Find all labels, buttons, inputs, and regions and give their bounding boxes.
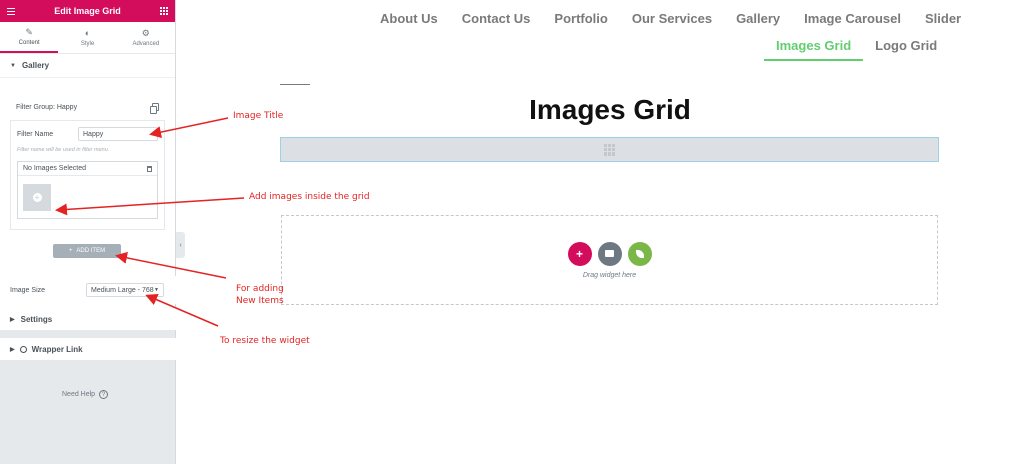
editor-panel: Edit Image Grid ✎ Content ◐ Style ⚙ Adva…	[0, 0, 176, 464]
nav-our-services[interactable]: Our Services	[620, 11, 724, 26]
nav-contact-us[interactable]: Contact Us	[450, 11, 543, 26]
settings-section-toggle[interactable]: ▶ Settings	[0, 308, 176, 330]
gear-icon: ⚙	[141, 27, 150, 38]
pencil-icon: ✎	[25, 26, 33, 37]
nav-image-carousel[interactable]: Image Carousel	[792, 11, 913, 26]
tab-content-label: Content	[18, 39, 40, 46]
need-help-link[interactable]: Need Help ?	[62, 390, 109, 399]
plus-icon: +	[68, 248, 73, 254]
filter-name-description: Filter name will be used in filter menu.	[17, 147, 110, 153]
widget-drop-area[interactable]: + Drag widget here	[281, 215, 938, 305]
tab-advanced[interactable]: ⚙ Advanced	[117, 22, 175, 53]
tab-advanced-label: Advanced	[132, 40, 160, 47]
page-title[interactable]: Images Grid	[280, 94, 940, 126]
filter-group-label: Filter Group: Happy	[16, 103, 78, 111]
tab-style[interactable]: ◐ Style	[58, 22, 116, 53]
filter-name-row: Filter Name Happy	[17, 127, 158, 141]
elementor-editor: Edit Image Grid ✎ Content ◐ Style ⚙ Adva…	[0, 0, 1024, 464]
duplicate-icon[interactable]	[150, 103, 159, 114]
annotation-resize: To resize the widget	[220, 336, 310, 346]
filter-name-input[interactable]: Happy	[78, 127, 158, 141]
gallery-section-toggle[interactable]: ▼ Gallery	[0, 54, 175, 78]
need-help-label: Need Help	[62, 391, 96, 398]
caret-down-icon: ▼	[10, 62, 16, 69]
media-header: No Images Selected	[18, 162, 157, 176]
hamburger-menu-icon[interactable]	[7, 7, 15, 15]
filter-name-label: Filter Name	[17, 130, 54, 138]
image-size-label: Image Size	[10, 286, 46, 294]
nav-about-us[interactable]: About Us	[368, 11, 450, 26]
nav-gallery[interactable]: Gallery	[724, 11, 792, 26]
caret-right-icon: ▶	[10, 316, 15, 323]
nav-logo-grid[interactable]: Logo Grid	[863, 38, 949, 61]
settings-section-label: Settings	[20, 314, 53, 324]
folder-icon	[605, 250, 614, 257]
filter-group-header[interactable]: Filter Group: Happy	[10, 98, 165, 116]
plus-circle-icon: +	[32, 193, 42, 202]
annotation-add-images: Add images inside the grid	[249, 192, 370, 202]
tab-style-label: Style	[80, 40, 95, 47]
wrapper-link-label: Wrapper Link	[31, 344, 83, 354]
add-item-button[interactable]: + ADD ITEM	[53, 244, 121, 258]
caret-right-icon: ▶	[10, 346, 15, 353]
widgets-grid-icon[interactable]	[160, 7, 168, 15]
trash-icon[interactable]	[147, 165, 152, 172]
gallery-media-control: No Images Selected +	[17, 161, 158, 219]
nav-menu-row2: Images Grid Logo Grid	[764, 38, 949, 61]
media-status: No Images Selected	[23, 165, 87, 172]
nav-menu-row1: About Us Contact Us Portfolio Our Servic…	[368, 11, 973, 26]
annotation-for-adding: For adding	[236, 284, 284, 294]
grid-icon	[603, 143, 616, 156]
drop-area-buttons: +	[567, 241, 652, 266]
template-library-button[interactable]	[597, 241, 622, 266]
happy-templates-button[interactable]	[627, 241, 652, 266]
divider	[280, 84, 310, 85]
image-size-value: Medium Large - 768	[91, 286, 154, 294]
panel-header: Edit Image Grid	[0, 0, 175, 22]
annotation-image-title: Image Title	[233, 111, 284, 121]
panel-title: Edit Image Grid	[54, 6, 121, 16]
add-section-button[interactable]: +	[567, 241, 592, 266]
leaf-icon	[635, 249, 644, 258]
annotation-new-items: New Items	[236, 296, 284, 306]
contrast-icon: ◐	[84, 27, 91, 38]
happy-addons-icon	[19, 345, 27, 353]
gallery-section-label: Gallery	[21, 61, 50, 70]
add-images-button[interactable]: +	[23, 184, 51, 211]
nav-slider[interactable]: Slider	[913, 11, 973, 26]
image-grid-widget-placeholder[interactable]	[280, 137, 939, 162]
filter-group-item: Filter Name Happy Filter name will be us…	[10, 120, 165, 230]
image-size-row: Image Size Medium Large - 768 ▼	[0, 276, 176, 304]
chevron-down-icon: ▼	[154, 287, 159, 293]
tab-content[interactable]: ✎ Content	[0, 22, 59, 53]
nav-portfolio[interactable]: Portfolio	[542, 11, 619, 26]
collapse-panel-handle[interactable]: ‹	[176, 232, 185, 258]
wrapper-link-section-toggle[interactable]: ▶ Wrapper Link	[0, 338, 176, 360]
nav-images-grid[interactable]: Images Grid	[764, 38, 864, 61]
question-icon: ?	[99, 390, 109, 399]
add-item-label: ADD ITEM	[76, 248, 106, 254]
drop-area-text: Drag widget here	[582, 271, 637, 279]
image-size-select[interactable]: Medium Large - 768 ▼	[86, 283, 164, 297]
panel-tabs: ✎ Content ◐ Style ⚙ Advanced	[0, 22, 175, 54]
